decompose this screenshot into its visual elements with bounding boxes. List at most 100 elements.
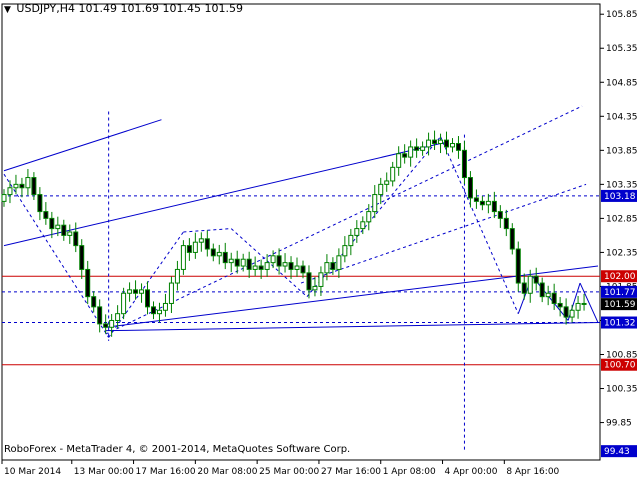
candle-body bbox=[270, 255, 276, 264]
y-tick-label: 105.35 bbox=[606, 44, 638, 54]
candle-body bbox=[192, 241, 198, 253]
candle-body bbox=[37, 194, 43, 213]
candle-body bbox=[449, 143, 455, 148]
candle-body bbox=[324, 262, 330, 274]
candle-body bbox=[414, 146, 420, 151]
candle-body bbox=[174, 268, 180, 284]
candle-body bbox=[515, 248, 521, 284]
candle-body bbox=[473, 197, 479, 202]
chart-canvas: 105.85 105.35 104.85 104.35 103.85 103.35 102.… bbox=[1, 3, 638, 477]
candle-body bbox=[234, 258, 240, 267]
y-tick-label: 105.85 bbox=[606, 10, 638, 20]
candle-body bbox=[180, 245, 186, 270]
candle-body bbox=[85, 268, 91, 298]
candle-body bbox=[378, 183, 384, 196]
y-tick-label: 100.35 bbox=[606, 385, 638, 395]
price-tag-label: 99.43 bbox=[604, 447, 630, 457]
candle-body bbox=[121, 292, 127, 315]
price-tag-label: 103.18 bbox=[604, 192, 636, 202]
candle-body bbox=[25, 177, 31, 189]
trend-line bbox=[105, 322, 601, 332]
y-tick-label: 104.35 bbox=[606, 112, 638, 122]
candle-body bbox=[162, 302, 168, 311]
candle-body bbox=[461, 149, 467, 179]
candle-body bbox=[372, 194, 378, 213]
candle-body bbox=[497, 211, 503, 219]
price-tag-label: 101.77 bbox=[604, 288, 636, 298]
candle-body bbox=[402, 153, 408, 158]
x-tick-label: 20 Mar 08:00 bbox=[197, 467, 257, 477]
candle-body bbox=[539, 282, 545, 298]
x-tick-label: 25 Mar 00:00 bbox=[259, 467, 319, 477]
candle-body bbox=[348, 234, 354, 247]
candle-body bbox=[396, 153, 402, 168]
x-tick-label: 10 Mar 2014 bbox=[4, 467, 61, 477]
candle-body bbox=[246, 258, 252, 270]
candle-body bbox=[306, 272, 312, 291]
candle-body bbox=[150, 306, 156, 315]
candle-body bbox=[222, 251, 228, 264]
candle-body bbox=[294, 265, 300, 270]
candle-body bbox=[408, 146, 414, 158]
price-tag-label: 101.32 bbox=[604, 319, 636, 329]
y-tick-label: 102.85 bbox=[606, 214, 638, 224]
x-tick-label: 4 Apr 00:00 bbox=[445, 467, 498, 477]
candle-body bbox=[216, 251, 222, 257]
candle-body bbox=[366, 211, 372, 223]
candle-body bbox=[79, 245, 85, 270]
candle-body bbox=[228, 258, 234, 264]
candle-body bbox=[252, 265, 258, 270]
candle-body bbox=[198, 238, 204, 243]
candle-body bbox=[43, 211, 49, 219]
candle-body bbox=[61, 224, 67, 236]
candle-body bbox=[444, 139, 450, 148]
candle-body bbox=[156, 309, 162, 315]
candle-body bbox=[133, 289, 139, 294]
candle-body bbox=[533, 275, 539, 284]
candle-body bbox=[186, 245, 192, 253]
candle-body bbox=[91, 296, 97, 308]
candle-body bbox=[97, 306, 103, 325]
candle-body bbox=[312, 285, 318, 291]
candle-body bbox=[1, 194, 7, 202]
candle-body bbox=[569, 309, 575, 318]
candle-body bbox=[438, 139, 444, 145]
candle-body bbox=[55, 224, 61, 230]
trend-line bbox=[105, 105, 583, 335]
candle-body bbox=[527, 275, 533, 294]
candle-body bbox=[467, 177, 473, 199]
candle-body bbox=[557, 302, 563, 308]
candle-body bbox=[360, 221, 366, 230]
price-tag-label: 101.59 bbox=[604, 300, 636, 310]
candle-body bbox=[330, 262, 336, 270]
candle-body bbox=[109, 319, 115, 328]
candle-body bbox=[282, 262, 288, 267]
candle-body bbox=[258, 265, 264, 270]
candle-body bbox=[115, 313, 121, 321]
x-tick-label: 1 Apr 08:00 bbox=[383, 467, 436, 477]
candle-body bbox=[31, 177, 37, 196]
candle-body bbox=[204, 238, 210, 250]
copyright-text: RoboForex - MetaTrader 4, © 2001-2014, M… bbox=[4, 444, 351, 455]
y-tick-label: 103.35 bbox=[606, 180, 638, 190]
candle-body bbox=[426, 139, 432, 148]
trend-line bbox=[3, 119, 162, 172]
candle-body bbox=[288, 262, 294, 270]
candle-body bbox=[432, 139, 438, 145]
candle-body bbox=[485, 200, 491, 206]
candle-body bbox=[420, 146, 426, 151]
candle-body bbox=[276, 255, 282, 267]
candle-body bbox=[336, 255, 342, 270]
candle-body bbox=[455, 143, 461, 151]
candle-body bbox=[300, 265, 306, 274]
candle-body bbox=[575, 302, 581, 311]
candle-body bbox=[139, 289, 145, 294]
candle-body bbox=[240, 258, 246, 267]
candle-body bbox=[551, 292, 557, 304]
candle-body bbox=[342, 245, 348, 257]
x-tick-label: 17 Mar 16:00 bbox=[136, 467, 196, 477]
candle-body bbox=[563, 306, 569, 318]
candle-body bbox=[168, 282, 174, 304]
candle-body bbox=[491, 200, 497, 213]
y-tick-label: 103.85 bbox=[606, 146, 638, 156]
